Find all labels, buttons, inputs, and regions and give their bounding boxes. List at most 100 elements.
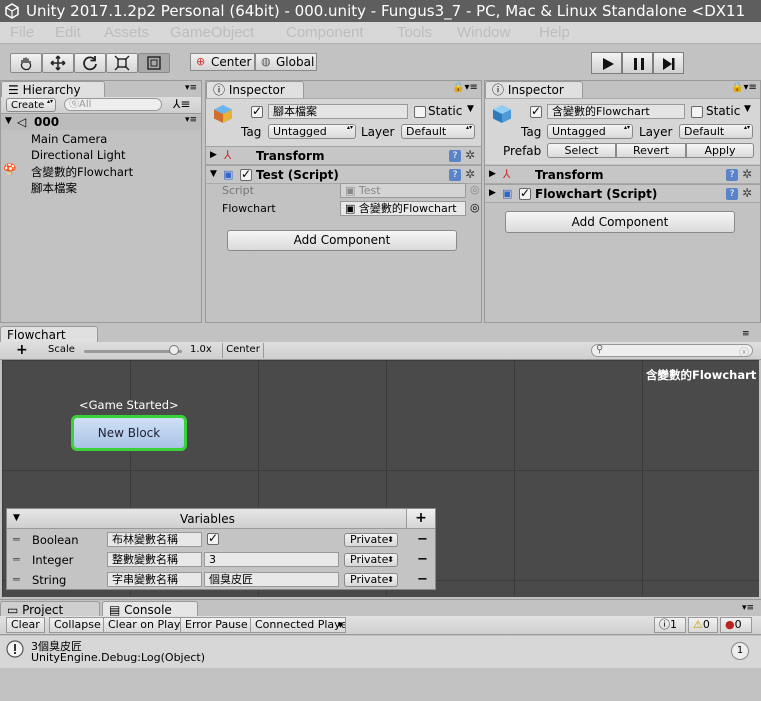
- expand-arrow-icon[interactable]: ▶: [489, 169, 496, 179]
- menu-component[interactable]: Component: [286, 24, 364, 41]
- hierarchy-item[interactable]: Directional Light: [31, 148, 126, 162]
- transform-component-header[interactable]: ▶ ⅄ Transform ? ✲: [206, 146, 481, 165]
- object-picker-icon[interactable]: ◎: [470, 201, 480, 214]
- filter-icon[interactable]: ⅄≡: [173, 97, 190, 111]
- expand-arrow-icon[interactable]: ▶: [210, 150, 217, 160]
- move-tool-button[interactable]: [42, 53, 74, 73]
- tab-inspector-2[interactable]: ⓘ Inspector: [485, 81, 583, 98]
- gear-icon[interactable]: ✲: [465, 148, 475, 162]
- flowchart-block[interactable]: New Block: [71, 415, 187, 451]
- rect-tool-button[interactable]: [138, 53, 170, 73]
- hand-tool-button[interactable]: [10, 53, 42, 73]
- layer-dropdown[interactable]: Default: [679, 124, 753, 139]
- tag-dropdown[interactable]: Untagged: [547, 124, 633, 139]
- script-component-header[interactable]: ▼ ▣ Test (Script) ? ✲: [206, 165, 481, 184]
- remove-variable-button[interactable]: −: [417, 532, 428, 547]
- info-filter-toggle[interactable]: ⓘ1: [654, 617, 686, 633]
- flowchart-field[interactable]: ▣ 含變數的Flowchart: [340, 201, 466, 216]
- warning-filter-toggle[interactable]: ⚠0: [688, 617, 718, 633]
- static-checkbox[interactable]: [414, 106, 426, 118]
- prefab-apply-button[interactable]: Apply: [686, 143, 754, 158]
- collapse-arrow-icon[interactable]: ▼: [210, 169, 217, 179]
- clear-search-icon[interactable]: ⓧ: [739, 344, 749, 359]
- object-name-field[interactable]: 腳本檔案: [268, 104, 408, 119]
- menu-file[interactable]: File: [10, 24, 34, 41]
- menu-gameobject[interactable]: GameObject: [170, 24, 254, 41]
- tab-hierarchy[interactable]: ☰ Hierarchy: [1, 81, 105, 98]
- console-clear-on-play-button[interactable]: Clear on Play: [103, 617, 186, 633]
- menu-help[interactable]: Help: [539, 24, 570, 41]
- variable-name-field[interactable]: 布林變數名稱: [107, 532, 202, 547]
- menu-window[interactable]: Window: [457, 24, 510, 41]
- prefab-revert-button[interactable]: Revert: [616, 143, 686, 158]
- pivot-global-toggle[interactable]: ◍ Global: [255, 53, 317, 71]
- panel-menu-icon[interactable]: ≡: [742, 329, 750, 339]
- static-checkbox[interactable]: [691, 106, 703, 118]
- access-dropdown[interactable]: Private ⬍: [344, 553, 398, 567]
- error-filter-toggle[interactable]: ●0: [720, 617, 752, 633]
- collapse-arrow-icon[interactable]: ▼: [13, 513, 20, 523]
- access-dropdown[interactable]: Private ⬍: [344, 573, 398, 587]
- console-collapse-button[interactable]: Collapse: [49, 617, 106, 633]
- help-icon[interactable]: ?: [726, 169, 738, 181]
- connected-player-dropdown[interactable]: Connected Playe ▼: [250, 617, 346, 633]
- panel-menu-icon[interactable]: ▾≡: [742, 603, 754, 613]
- variable-row[interactable]: ═ Integer 整數變數名稱 3 Private ⬍ −: [7, 551, 435, 571]
- gear-icon[interactable]: ✲: [742, 167, 752, 181]
- layer-dropdown[interactable]: Default: [401, 124, 475, 139]
- variable-row[interactable]: ═ String 字串變數名稱 個臭皮匠 Private ⬍ −: [7, 571, 435, 591]
- script-enabled-checkbox[interactable]: [240, 167, 252, 181]
- tab-flowchart[interactable]: Flowchart: [0, 326, 98, 343]
- flowchart-search-input[interactable]: ⚲ ⓧ: [591, 344, 753, 359]
- gear-icon[interactable]: ✲: [465, 167, 475, 181]
- flowchart-component-header[interactable]: ▶ ▣ Flowchart (Script) ? ✲: [485, 184, 760, 203]
- help-icon[interactable]: ?: [449, 150, 461, 162]
- remove-variable-button[interactable]: −: [417, 552, 428, 567]
- scale-slider-thumb[interactable]: [169, 345, 180, 355]
- help-icon[interactable]: ?: [726, 188, 738, 200]
- transform-component-header[interactable]: ▶ ⅄ Transform ? ✲: [485, 165, 760, 184]
- hierarchy-item[interactable]: Main Camera: [31, 132, 107, 146]
- scale-tool-button[interactable]: [106, 53, 138, 73]
- hierarchy-item[interactable]: 腳本檔案: [31, 180, 77, 196]
- drag-handle-icon[interactable]: ═: [13, 573, 20, 586]
- variable-row[interactable]: ═ Boolean 布林變數名稱 Private⬍ −: [7, 531, 435, 551]
- variables-header[interactable]: ▼ Variables: [7, 509, 406, 529]
- expand-arrow-icon[interactable]: ▶: [489, 188, 496, 198]
- panel-menu-icon[interactable]: ▾≡: [185, 83, 197, 93]
- lock-icon[interactable]: 🔒▾≡: [452, 82, 478, 93]
- scene-menu-icon[interactable]: ▾≡: [185, 115, 197, 125]
- play-button[interactable]: [591, 52, 622, 74]
- menu-tools[interactable]: Tools: [397, 24, 432, 41]
- object-name-field[interactable]: 含變數的Flowchart: [547, 104, 685, 119]
- prefab-select-button[interactable]: Select: [547, 143, 616, 158]
- center-view-button[interactable]: Center: [222, 343, 264, 358]
- variable-value-checkbox[interactable]: [207, 531, 219, 545]
- pause-button[interactable]: [622, 52, 653, 74]
- menu-edit[interactable]: Edit: [55, 24, 81, 41]
- static-dropdown-icon[interactable]: ▼: [467, 104, 474, 114]
- add-block-button[interactable]: +: [16, 342, 28, 358]
- console-error-pause-button[interactable]: Error Pause: [180, 617, 253, 633]
- static-dropdown-icon[interactable]: ▼: [744, 104, 751, 114]
- hierarchy-item[interactable]: 含變數的Flowchart: [31, 164, 133, 180]
- pivot-center-toggle[interactable]: ⊕ Center: [190, 53, 255, 71]
- drag-handle-icon[interactable]: ═: [13, 553, 20, 566]
- drag-handle-icon[interactable]: ═: [13, 533, 20, 546]
- tab-inspector-1[interactable]: ⓘ Inspector: [206, 81, 304, 98]
- add-component-button[interactable]: Add Component: [505, 211, 735, 233]
- step-button[interactable]: [653, 52, 684, 74]
- console-clear-button[interactable]: Clear: [6, 617, 45, 633]
- add-component-button[interactable]: Add Component: [227, 230, 457, 251]
- access-dropdown[interactable]: Private ⬍: [344, 533, 398, 547]
- help-icon[interactable]: ?: [449, 169, 461, 181]
- variable-name-field[interactable]: 字串變數名稱: [107, 572, 202, 587]
- flowchart-enabled-checkbox[interactable]: [519, 186, 531, 200]
- active-checkbox[interactable]: [251, 104, 263, 118]
- rotate-tool-button[interactable]: [74, 53, 106, 73]
- active-checkbox[interactable]: [530, 104, 542, 118]
- console-log-entry[interactable]: 3個臭皮匠 UnityEngine.Debug:Log(Object) 1: [0, 636, 761, 668]
- create-dropdown[interactable]: Create: [6, 98, 56, 112]
- lock-icon[interactable]: 🔒▾≡: [731, 82, 757, 93]
- collapse-arrow-icon[interactable]: ▼: [5, 116, 12, 126]
